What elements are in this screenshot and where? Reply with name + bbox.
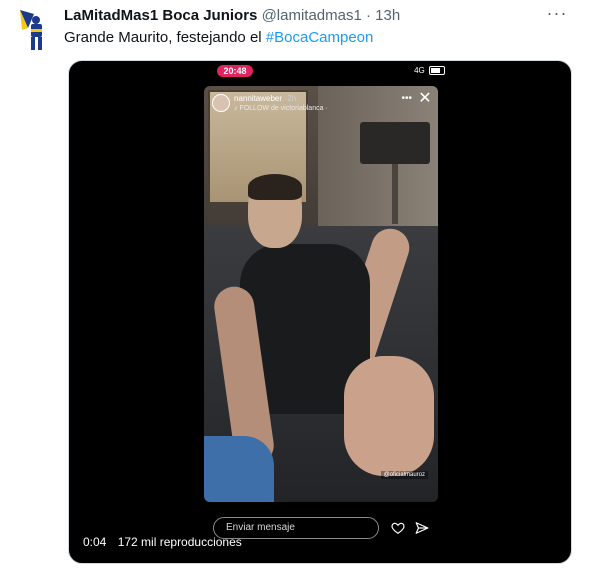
hashtag-link[interactable]: #BocaCampeon: [266, 29, 374, 46]
battery-icon: [429, 66, 445, 76]
blue-pillow: [204, 436, 274, 502]
story-time: 2h: [287, 94, 297, 103]
timestamp[interactable]: 13h: [375, 7, 400, 24]
network-label: 4G: [414, 66, 425, 75]
view-count: 172 mil reproducciones: [117, 535, 242, 549]
avatar[interactable]: [16, 8, 48, 52]
more-icon[interactable]: ···: [545, 4, 569, 26]
tweet-text-body: Grande Maurito, festejando el: [64, 29, 266, 46]
phone-status-bar: 20:48 4G: [209, 63, 445, 79]
heart-icon: [391, 522, 405, 534]
story-username-text: nannitaweber: [234, 94, 283, 103]
tweet: LaMitadMas1 Boca Juniors @lamitadmas1 · …: [0, 0, 589, 571]
person-hair: [248, 174, 302, 200]
send-icon: [415, 522, 429, 534]
video-player[interactable]: 20:48 4G nannitaweber 2h ♪ FOLLOW de vic…: [68, 60, 572, 564]
lamp-pole: [392, 164, 398, 224]
tweet-header: LaMitadMas1 Boca Juniors @lamitadmas1 · …: [64, 6, 400, 26]
lamp: [360, 122, 430, 164]
boca-juniors-avatar-icon: [20, 10, 42, 50]
story-subline: ♪ FOLLOW de victoriablanca ·: [234, 105, 328, 112]
story-mention-tag: @oficialmauroz: [380, 471, 428, 479]
separator: ·: [366, 7, 371, 24]
video-elapsed: 0:04: [83, 535, 107, 549]
story-avatar: [212, 94, 230, 112]
status-time: 20:48: [217, 65, 253, 77]
close-icon: ✕: [418, 90, 432, 107]
display-name[interactable]: LaMitadMas1 Boca Juniors: [64, 7, 257, 24]
status-signal: 4G: [414, 65, 445, 77]
story-more-icon: •••: [401, 93, 412, 104]
knee: [344, 356, 434, 476]
story-username: nannitaweber 2h: [234, 94, 296, 104]
handle[interactable]: @lamitadmas1: [262, 7, 362, 24]
video-meta: 0:04 172 mil reproducciones: [83, 535, 242, 549]
tweet-text: Grande Maurito, festejando el #BocaCampe…: [64, 28, 373, 48]
instagram-story-frame: nannitaweber 2h ♪ FOLLOW de victoriablan…: [204, 86, 438, 502]
